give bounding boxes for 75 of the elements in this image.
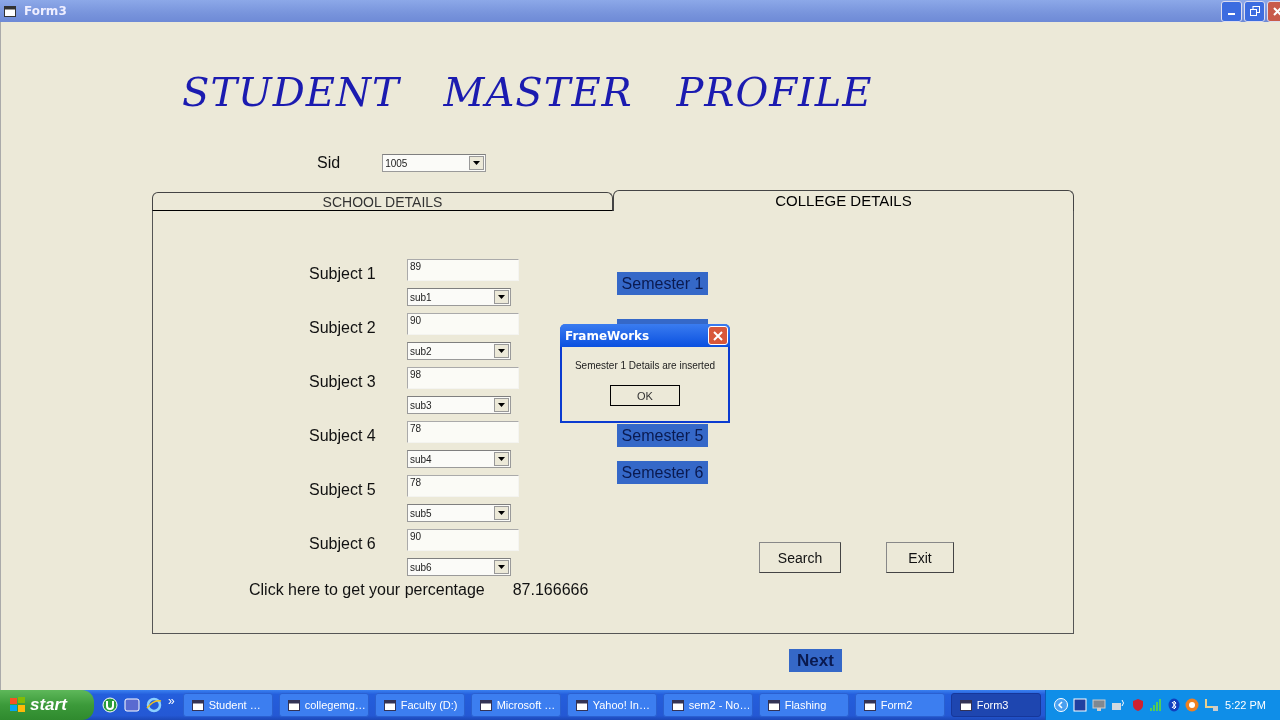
subject-label: Subject 5 <box>308 480 377 499</box>
dropdown-arrow-icon <box>498 565 505 569</box>
chevron-left-icon[interactable] <box>1054 698 1069 712</box>
marks-field[interactable]: 90 <box>407 529 519 551</box>
bluetooth-icon[interactable] <box>1168 698 1181 712</box>
start-button[interactable]: start <box>0 690 94 720</box>
dropdown-field[interactable]: sub1 <box>407 288 511 306</box>
sid-label: Sid <box>317 154 341 172</box>
ring-icon[interactable] <box>1185 698 1200 712</box>
dropdown-arrow-icon <box>498 511 505 515</box>
window-icon <box>767 699 780 711</box>
window-icon <box>671 699 684 711</box>
dropdown-arrow-icon <box>473 161 481 165</box>
window-icon <box>191 699 204 711</box>
subject-label: Subject 6 <box>308 534 377 553</box>
tab[interactable]: SCHOOL DETAILS <box>152 192 613 211</box>
action-button[interactable]: Search <box>759 542 841 573</box>
restore-button[interactable] <box>1244 0 1265 22</box>
dropdown-field[interactable]: sub6 <box>407 558 511 576</box>
monitor-icon[interactable] <box>1092 698 1107 712</box>
window-icon <box>383 699 396 711</box>
marks-field[interactable]: 78 <box>407 421 519 443</box>
taskbar-button[interactable]: Form3 <box>950 693 1041 717</box>
minimize-button[interactable] <box>1221 0 1242 22</box>
window-icon <box>479 699 492 711</box>
windows-logo-icon <box>10 697 26 713</box>
form-heading: STUDENT MASTER PROFILE <box>181 68 874 114</box>
dropdown-field[interactable]: sub2 <box>407 342 511 360</box>
taskbar-button[interactable]: Form2 <box>854 693 945 717</box>
percentage-value: 87.166666 <box>512 581 589 599</box>
marks-field[interactable]: 78 <box>407 475 519 497</box>
taskbar-button[interactable]: collegemg… <box>278 693 369 717</box>
window-icon <box>287 699 300 711</box>
subject-label: Subject 1 <box>308 264 377 283</box>
more-button[interactable]: » <box>168 694 175 708</box>
window-icon <box>4 5 16 17</box>
window-icon <box>959 699 972 711</box>
app-icon[interactable] <box>124 697 140 713</box>
taskbar-button[interactable]: Faculty (D:) <box>374 693 465 717</box>
dropdown-field[interactable]: 1005 <box>382 154 487 172</box>
dialog-title: FrameWorks <box>565 328 650 343</box>
close-icon <box>1273 6 1280 16</box>
close-icon <box>713 330 723 341</box>
window-icon <box>575 699 588 711</box>
subject-label: Subject 3 <box>308 372 377 391</box>
dropdown-field[interactable]: sub4 <box>407 450 511 468</box>
subject-label: Subject 4 <box>308 426 377 445</box>
dropdown-arrow-icon <box>498 349 505 353</box>
taskbar-button[interactable]: Microsoft … <box>470 693 561 717</box>
taskbar-button[interactable]: Yahoo! In… <box>566 693 657 717</box>
ok-button[interactable]: OK <box>610 385 680 406</box>
dropdown-arrow-icon <box>498 295 505 299</box>
dropdown-arrow-icon <box>498 403 505 407</box>
browser-icon[interactable] <box>146 697 162 713</box>
taskbar-button[interactable]: sem2 - No… <box>662 693 753 717</box>
percentage-link[interactable]: Click here to get your percentage <box>249 581 485 599</box>
action-button[interactable]: Exit <box>886 542 954 573</box>
dialog-message: Semester 1 Details are inserted <box>573 360 717 371</box>
torrent-app-icon[interactable] <box>102 697 118 713</box>
window-title: Form3 <box>24 4 67 18</box>
tab[interactable]: COLLEGE DETAILS <box>613 190 1074 211</box>
dropdown-field[interactable]: sub3 <box>407 396 511 414</box>
restore-icon <box>1249 6 1260 16</box>
clock: 5:22 PM <box>1225 699 1266 711</box>
marks-field[interactable]: 98 <box>407 367 519 389</box>
taskbar-button[interactable]: Student … <box>182 693 273 717</box>
plug-icon[interactable] <box>1204 698 1221 712</box>
marks-field[interactable]: 89 <box>407 259 519 281</box>
dropdown-field[interactable]: sub5 <box>407 504 511 522</box>
window-icon <box>863 699 876 711</box>
subject-label: Subject 2 <box>308 318 377 337</box>
marks-field[interactable]: 90 <box>407 313 519 335</box>
taskbar-button[interactable]: Flashing <box>758 693 849 717</box>
dropdown-arrow-icon <box>498 457 505 461</box>
app-icon[interactable] <box>1073 698 1088 712</box>
